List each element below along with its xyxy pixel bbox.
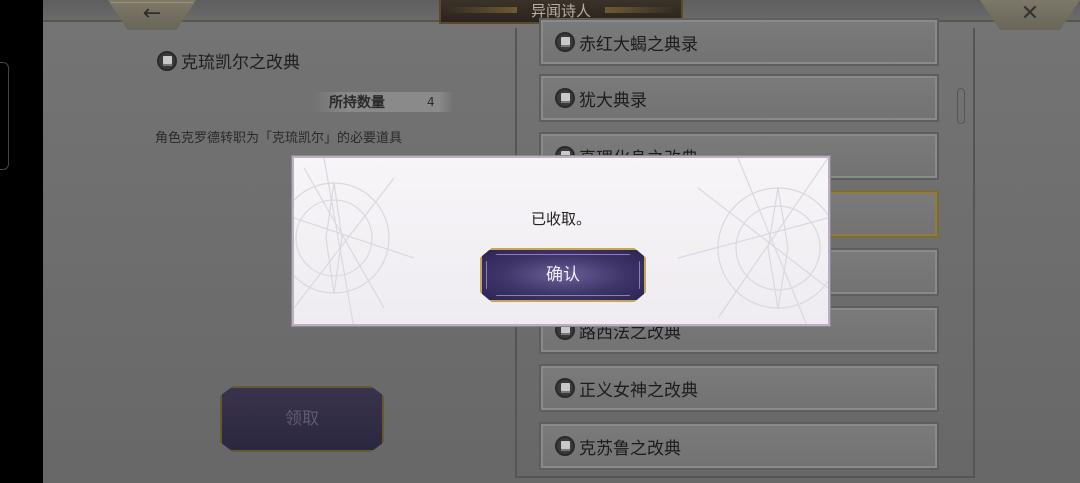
item-name: 克琉凯尔之改典	[181, 53, 300, 73]
confirm-button[interactable]: 确认	[480, 248, 646, 302]
list-item[interactable]: 赤红大蝎之典录	[539, 18, 939, 66]
list-item[interactable]: 犹大典录	[539, 74, 939, 122]
left-edge	[0, 0, 43, 483]
book-icon	[555, 378, 575, 398]
close-icon: ✕	[1020, 1, 1040, 26]
close-button[interactable]: ✕	[980, 0, 1080, 30]
list-item[interactable]: 正义女神之改典	[539, 364, 939, 412]
ornament-left	[294, 158, 415, 324]
dialog-message: 已收取。	[530, 210, 591, 228]
notice-dialog: 已收取。 确认	[292, 156, 830, 326]
edge-marker	[0, 62, 9, 170]
quantity-value: 4	[427, 95, 435, 109]
list-scrollbar[interactable]	[957, 88, 965, 124]
claim-button[interactable]: 领取	[220, 386, 384, 452]
item-description: 角色克罗德转职为「克琉凯尔」的必要道具	[155, 131, 403, 146]
list-item[interactable]: 克苏鲁之改典	[539, 422, 939, 470]
book-icon	[555, 88, 575, 108]
quantity-label: 所持数量	[329, 95, 385, 111]
list-item-label: 赤红大蝎之典录	[579, 34, 698, 55]
list-item-label: 犹大典录	[579, 90, 647, 111]
back-button[interactable]: ←	[108, 0, 196, 30]
book-icon	[555, 32, 575, 52]
book-icon	[555, 436, 575, 456]
list-item-label: 克苏鲁之改典	[579, 438, 681, 459]
quantity-box: 所持数量 4	[313, 92, 453, 112]
book-icon	[157, 50, 177, 71]
arrow-left-icon: ←	[142, 1, 162, 26]
list-item-label: 正义女神之改典	[579, 380, 698, 401]
ornament-right	[678, 158, 828, 324]
item-title: 克琉凯尔之改典	[157, 48, 300, 73]
